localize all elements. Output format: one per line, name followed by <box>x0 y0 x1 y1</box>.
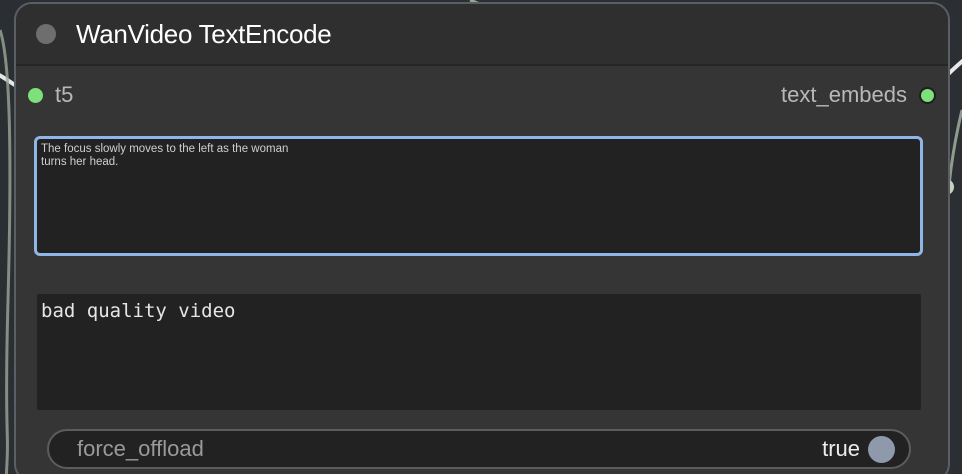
node-header[interactable]: WanVideo TextEncode <box>16 4 948 66</box>
toggle-value-group[interactable]: true <box>822 435 895 463</box>
negative-prompt-field[interactable]: bad quality video <box>37 294 921 410</box>
io-row: t5 text_embeds <box>16 66 948 124</box>
force-offload-toggle[interactable]: force_offload true <box>47 429 911 469</box>
toggle-knob-icon[interactable] <box>868 435 895 463</box>
collapse-dot-icon[interactable] <box>36 24 56 44</box>
graph-canvas[interactable]: WanVideo TextEncode t5 text_embeds The f… <box>0 0 962 474</box>
input-slot-t5[interactable]: t5 <box>28 82 73 108</box>
node-title: WanVideo TextEncode <box>76 18 332 49</box>
negative-prompt-input[interactable]: bad quality video <box>41 298 917 406</box>
toggle-value: true <box>822 436 860 461</box>
input-slot-dot-icon[interactable] <box>28 87 43 103</box>
output-slot-label: text_embeds <box>781 82 907 107</box>
input-slot-label: t5 <box>55 82 74 107</box>
toggle-label: force_offload <box>77 436 204 461</box>
wanvideo-textencode-node[interactable]: WanVideo TextEncode t5 text_embeds The f… <box>14 2 950 474</box>
positive-prompt-field[interactable]: The focus slowly moves to the left as th… <box>34 136 923 256</box>
output-slot-dot-icon[interactable] <box>919 86 936 104</box>
output-slot-text-embeds[interactable]: text_embeds <box>781 82 936 108</box>
positive-prompt-input[interactable]: The focus slowly moves to the left as th… <box>41 143 916 249</box>
